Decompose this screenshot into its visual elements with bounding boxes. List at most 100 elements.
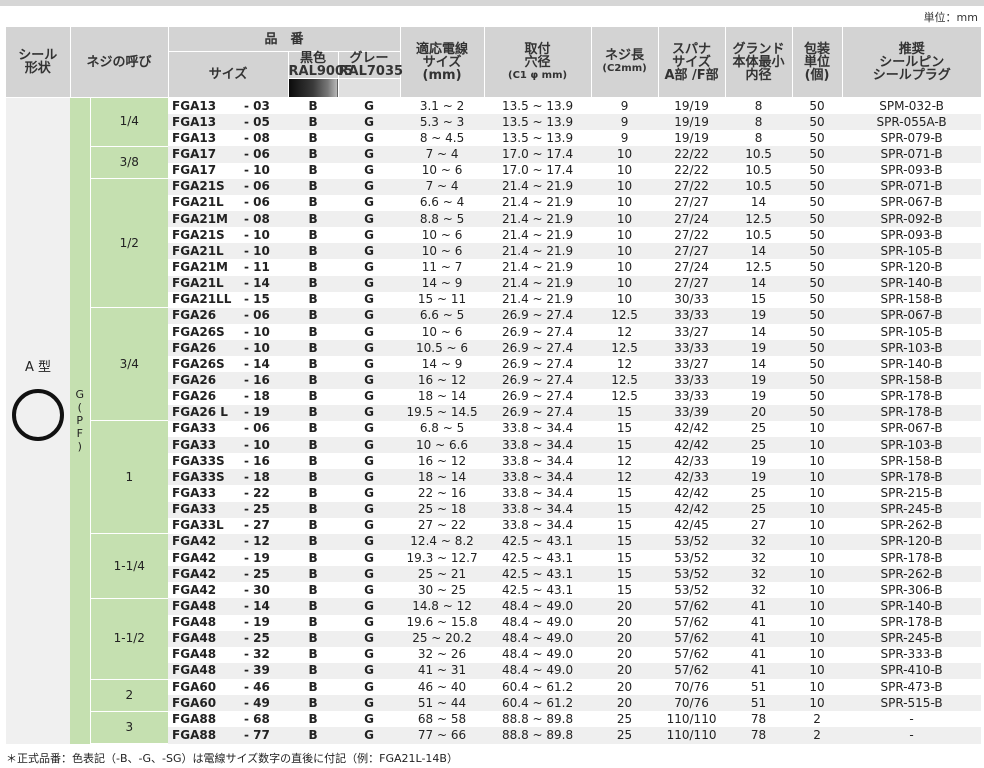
size-model: FGA33S (172, 469, 225, 484)
size-cell: FGA21L - 06 (168, 195, 288, 211)
pack-unit-cell: 10 (809, 615, 825, 630)
seal-pin-cell: SPR-093-B (880, 163, 943, 178)
black-code-cell: B (308, 195, 318, 210)
size-cell: FGA33 - 06 (168, 421, 288, 437)
cable-size-cell: 18 ~ 14 (417, 389, 467, 404)
black-code-cell: B (308, 421, 318, 436)
cable-size-cell: 10 ~ 6 (421, 163, 463, 178)
black-code-cell: B (308, 615, 318, 630)
cable-size-cell: 11 ~ 7 (421, 259, 463, 274)
header-cable-size: 適応電線 サイズ (mm) (400, 27, 485, 98)
spanner-size-cell: 27/22 (674, 227, 709, 242)
size-cell: FGA48 - 14 (168, 598, 289, 615)
hole-diameter-cell: 21.4 ~ 21.9 (484, 210, 592, 228)
table-header: シール 形状 ネジの呼び 品 番 適応電線 サイズ (mm) 取付 穴径 (C1… (6, 27, 982, 98)
grey-code-cell: G (364, 421, 374, 436)
spanner-size-cell: 57/62 (674, 615, 709, 630)
size-cell: FGA60 - 49 (168, 695, 289, 712)
size-cell: FGA13 - 05 (168, 114, 289, 131)
grey-code-cell: G (364, 647, 374, 662)
header-thread-len: ネジ長 (C2mm) (591, 27, 659, 98)
pack-unit-cell: 10 (792, 598, 843, 615)
size-suffix: - 10 (244, 437, 270, 452)
thread-length-cell: 15 (616, 421, 633, 436)
header-hole-label: 取付 穴径 (524, 41, 551, 70)
size-cell: FGA26S - 10 (168, 324, 288, 340)
black-code-cell: B (288, 436, 339, 454)
black-code-cell: B (308, 98, 318, 113)
gland-min-diameter-cell: 25 (725, 501, 793, 518)
table-row: 1-1/2 FGA48- 14 B G 14.8 ~ 12 48.4 ~ 49.0 20 57… (6, 598, 982, 680)
size-suffix: - 27 (244, 518, 270, 533)
spanner-size-cell: 110/110 (666, 711, 717, 726)
size-cell: FGA88 - 68 (168, 711, 288, 727)
header-seal-shape: シール 形状 (6, 27, 71, 98)
size-model: FGA21L (172, 195, 224, 210)
cable-size-cell: 10 ~ 6 (400, 243, 485, 260)
size-cell: FGA21S - 06 (168, 178, 289, 195)
size-suffix: - 10 (244, 243, 270, 258)
seal-pin-cell: SPR-067-B (880, 421, 943, 436)
hole-diameter-cell: 21.4 ~ 21.9 (501, 292, 574, 307)
hole-diameter-cell: 17.0 ~ 17.4 (484, 146, 592, 163)
black-code-cell: B (288, 146, 339, 163)
header-thread-len-label: ネジ長 (605, 48, 645, 63)
header-grey-ral: RAL7035 (338, 64, 404, 79)
cable-size-cell: 14 ~ 9 (400, 275, 485, 292)
thread-size-cell: 1-1/4 (90, 533, 169, 599)
spanner-size-cell: 110/110 (658, 727, 726, 744)
size-cell: FGA60 - 46 (168, 679, 288, 695)
size-cell: FGA26S - 14 (168, 356, 288, 372)
pack-unit-cell: 10 (809, 485, 825, 500)
thread-length-cell: 12 (616, 356, 633, 371)
size-model: FGA17 (172, 163, 217, 178)
grey-code-cell: G (364, 195, 374, 210)
table-row: 1/2 FGA21S - 06 B G 7 ~ 4 21.4 ~ 21.9 10 27/22 10… (6, 178, 982, 309)
grey-code-cell: G (338, 695, 401, 712)
gland-min-diameter-cell: 51 (750, 679, 767, 694)
spanner-size-cell: 22/22 (674, 163, 709, 178)
grey-code-cell: G (338, 727, 401, 744)
size-model: FGA33 (172, 421, 217, 436)
black-code-cell: B (288, 275, 339, 292)
gland-min-diameter-cell: 25 (750, 421, 767, 436)
size-suffix: - 10 (244, 163, 270, 178)
size-suffix: - 05 (244, 114, 270, 129)
hole-diameter-cell: 48.4 ~ 49.0 (484, 630, 592, 647)
size-suffix: - 39 (244, 663, 270, 678)
cable-size-cell: 10 ~ 6 (421, 227, 463, 242)
size-suffix: - 08 (244, 211, 270, 226)
thread-length-cell: 20 (591, 630, 659, 647)
seal-pin-cell: SPR-245-B (842, 501, 982, 518)
gland-min-diameter-cell: 8 (754, 98, 763, 113)
grey-code-cell: G (364, 615, 374, 630)
size-suffix: - 12 (244, 534, 270, 549)
pack-unit-cell: 10 (792, 630, 843, 647)
size-suffix: - 19 (244, 550, 270, 565)
g-pf-label: G ( P F ) (75, 388, 85, 454)
size-cell: FGA21M - 08 (168, 210, 289, 228)
spanner-size-cell: 57/62 (674, 647, 709, 662)
size-suffix: - 14 (244, 598, 270, 613)
size-model: FGA26 (172, 372, 217, 387)
seal-pin-cell: SPR-140-B (880, 356, 943, 371)
thread-length-cell: 20 (591, 598, 659, 615)
thread-length-cell: 10 (591, 146, 659, 163)
pack-unit-cell: 10 (792, 533, 843, 550)
size-suffix: - 19 (244, 615, 270, 630)
spanner-size-cell: 53/52 (658, 533, 726, 550)
seal-pin-cell: SPR-071-B (842, 178, 982, 195)
seal-pin-cell: SPR-158-B (880, 453, 943, 468)
thread-length-cell: 10 (616, 259, 633, 274)
thread-length-cell: 10 (591, 178, 659, 195)
hole-diameter-cell: 33.8 ~ 34.4 (484, 501, 592, 518)
size-cell: FGA21L - 14 (168, 275, 289, 292)
header-spanner: スパナ サイズ A部 /F部 (658, 27, 726, 98)
spanner-size-cell: 70/76 (674, 679, 709, 694)
cable-size-cell: 16 ~ 12 (417, 453, 467, 468)
seal-pin-cell: SPR-178-B (842, 469, 982, 486)
size-suffix: - 25 (244, 502, 270, 517)
black-code-cell: B (288, 662, 339, 680)
grey-code-cell: G (338, 566, 401, 583)
grey-code-cell: G (364, 324, 374, 339)
